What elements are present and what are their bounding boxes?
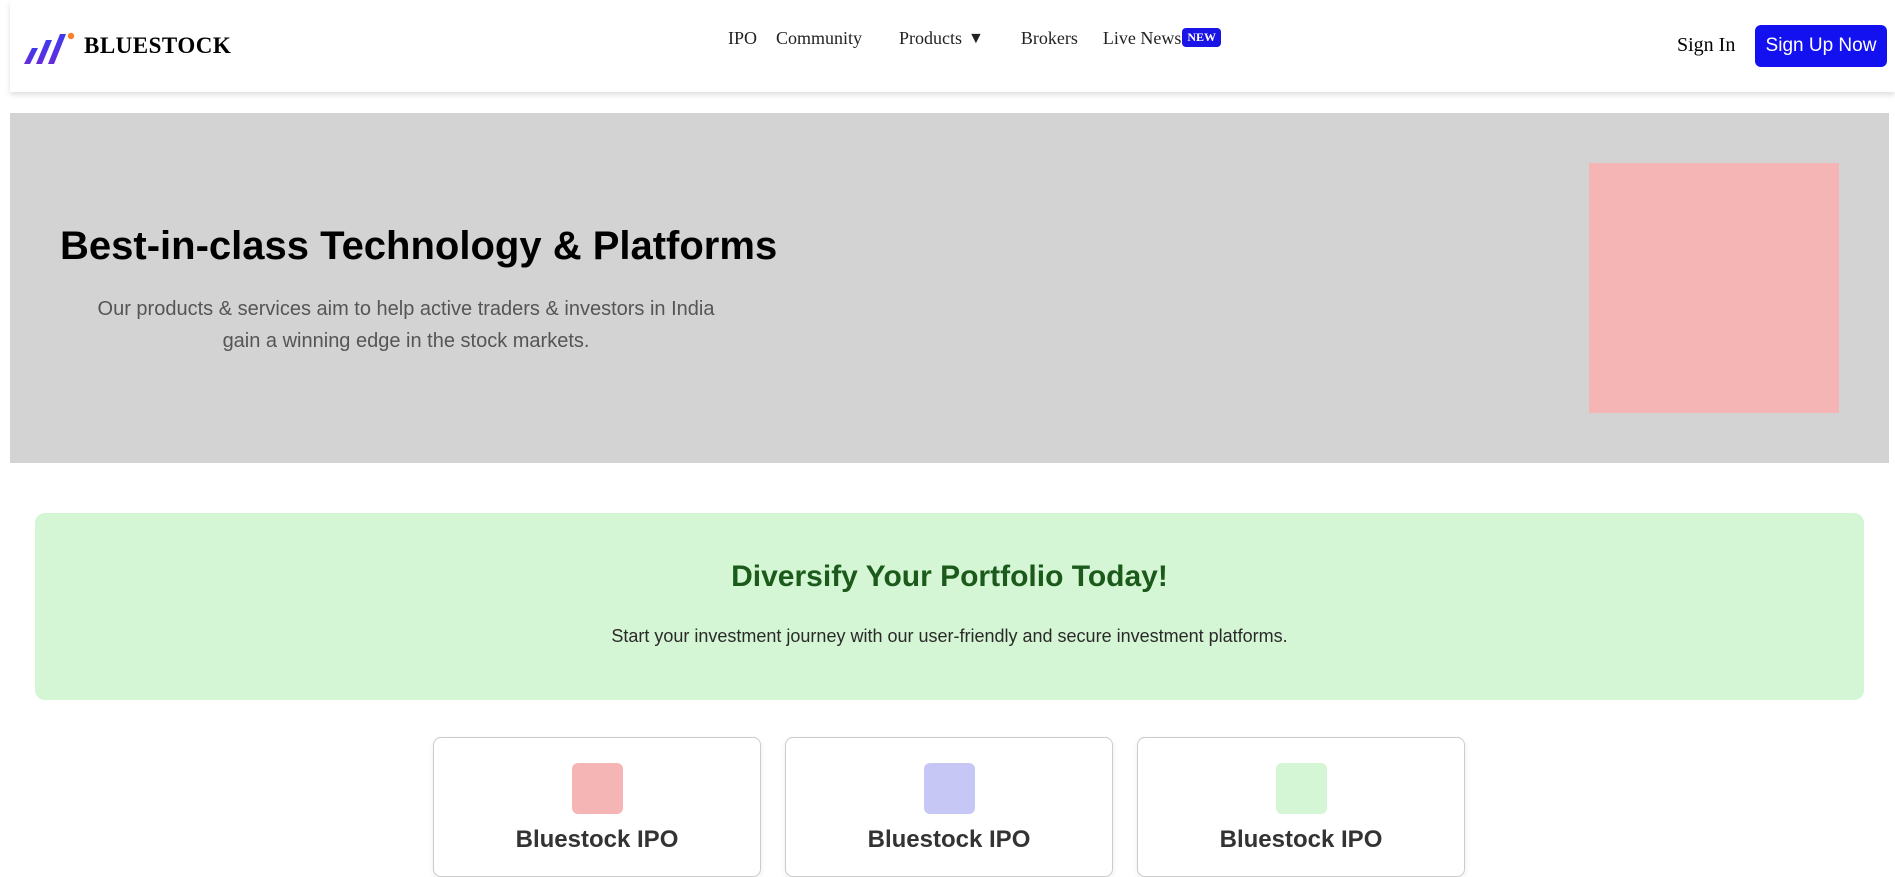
nav-products[interactable]: Products ▼: [899, 28, 984, 49]
product-icon: [1276, 763, 1327, 814]
product-cards: Bluestock IPO Bluestock IPO Bluestock IP…: [433, 737, 1465, 877]
bluestock-logo-icon: [24, 32, 75, 64]
promo-banner: Diversify Your Portfolio Today! Start yo…: [35, 513, 1864, 700]
product-card[interactable]: Bluestock IPO: [1137, 737, 1465, 877]
main-nav: IPO Community Products ▼ Brokers Live Ne…: [728, 28, 1222, 49]
product-card[interactable]: Bluestock IPO: [433, 737, 761, 877]
nav-live-news[interactable]: Live News NEW: [1102, 28, 1222, 49]
product-card-title: Bluestock IPO: [515, 826, 679, 853]
product-icon: [572, 763, 623, 814]
hero-banner: Best-in-class Technology & Platforms Our…: [10, 113, 1889, 463]
hero-title: Best-in-class Technology & Platforms: [60, 224, 778, 268]
nav-community[interactable]: Community: [776, 28, 862, 49]
brand-logo[interactable]: BLUESTOCK: [20, 24, 231, 68]
nav-live-news-label: Live News: [1102, 28, 1182, 48]
site-header: BLUESTOCK IPO Community Products ▼ Broke…: [10, 0, 1895, 92]
brand-name: BLUESTOCK: [84, 33, 232, 58]
product-card-title: Bluestock IPO: [1219, 826, 1383, 853]
caret-down-icon: ▼: [968, 29, 984, 47]
promo-text: Start your investment journey with our u…: [611, 626, 1288, 646]
product-card[interactable]: Bluestock IPO: [785, 737, 1113, 877]
product-icon: [924, 763, 975, 814]
new-badge: NEW: [1182, 28, 1222, 47]
sign-up-button[interactable]: Sign Up Now: [1755, 25, 1887, 67]
nav-products-label: Products: [899, 28, 963, 48]
nav-brokers[interactable]: Brokers: [1021, 28, 1078, 49]
sign-in-link[interactable]: Sign In: [1677, 34, 1735, 57]
nav-ipo[interactable]: IPO: [728, 28, 757, 49]
promo-title: Diversify Your Portfolio Today!: [731, 560, 1168, 593]
hero-subtitle: Our products & services aim to help acti…: [97, 298, 715, 352]
product-card-title: Bluestock IPO: [867, 826, 1031, 853]
hero-image-placeholder: [1589, 163, 1839, 413]
